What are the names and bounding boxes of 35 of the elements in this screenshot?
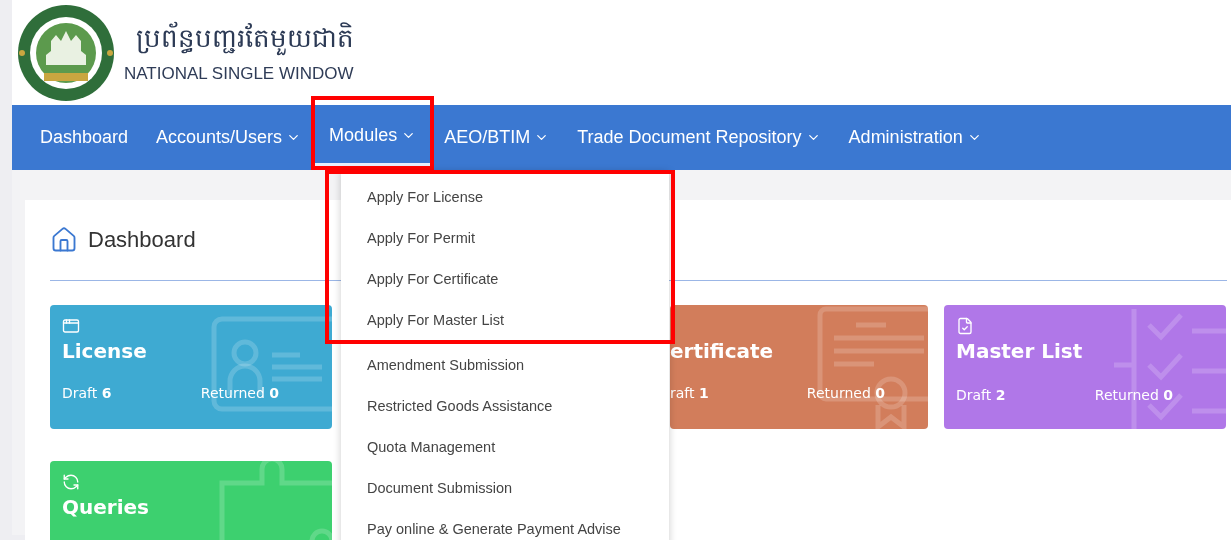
nav-menu-item[interactable]: Accounts/Users [142,105,316,170]
nav-menu-item[interactable]: Trade Document Repository [563,105,835,170]
nav-menu-item[interactable]: Modules [315,105,431,166]
menu-item[interactable]: Document Submission [341,467,669,508]
menu-item[interactable]: Amendment Submission [341,344,669,385]
site-title: NATIONAL SINGLE WINDOW [124,63,354,84]
summary-card[interactable]: ertificate raft 1 Returned 0 [670,305,928,429]
page-title: Dashboard [88,227,196,253]
card-title: Master List [956,339,1084,363]
card-icon [956,317,974,335]
card-title: ertificate [670,339,775,363]
site-title-khmer: ប្រព័ន្ធបញ្ជរតែមួយជាតិ [124,21,354,60]
card-title: Queries [62,495,150,519]
menu-item[interactable]: Quota Management [341,426,669,467]
card-icon [62,317,80,335]
draft-count: Draft 6 [62,385,112,401]
menu-item[interactable]: Pay online & Generate Payment Advise [341,508,669,540]
menu-item[interactable]: Apply For Certificate [341,258,669,299]
menu-item[interactable]: Restricted Goods Assistance [341,385,669,426]
returned-count: Returned 0 [1094,387,1173,403]
card-title: License [62,339,148,363]
summary-card[interactable]: License Draft 6 Returned 0 [50,305,332,429]
menu-item[interactable]: Apply For License [341,176,669,217]
card-icon [62,473,80,491]
draft-count: Draft 2 [956,387,1006,403]
menu-item[interactable]: Apply For Master List [341,299,669,340]
nav-menu-item[interactable]: Dashboard [26,105,143,170]
home-icon [50,226,78,254]
menu-item[interactable]: Apply For Permit [341,217,669,258]
summary-card[interactable]: Master List Draft 2 Returned 0 [944,305,1226,429]
nav-menu-item[interactable]: AEO/BTIM [430,105,564,170]
returned-count: Returned 0 [806,385,885,401]
draft-count: raft 1 [670,385,709,401]
nav-menu-item[interactable]: Administration [834,105,996,170]
returned-count: Returned 0 [200,385,279,401]
